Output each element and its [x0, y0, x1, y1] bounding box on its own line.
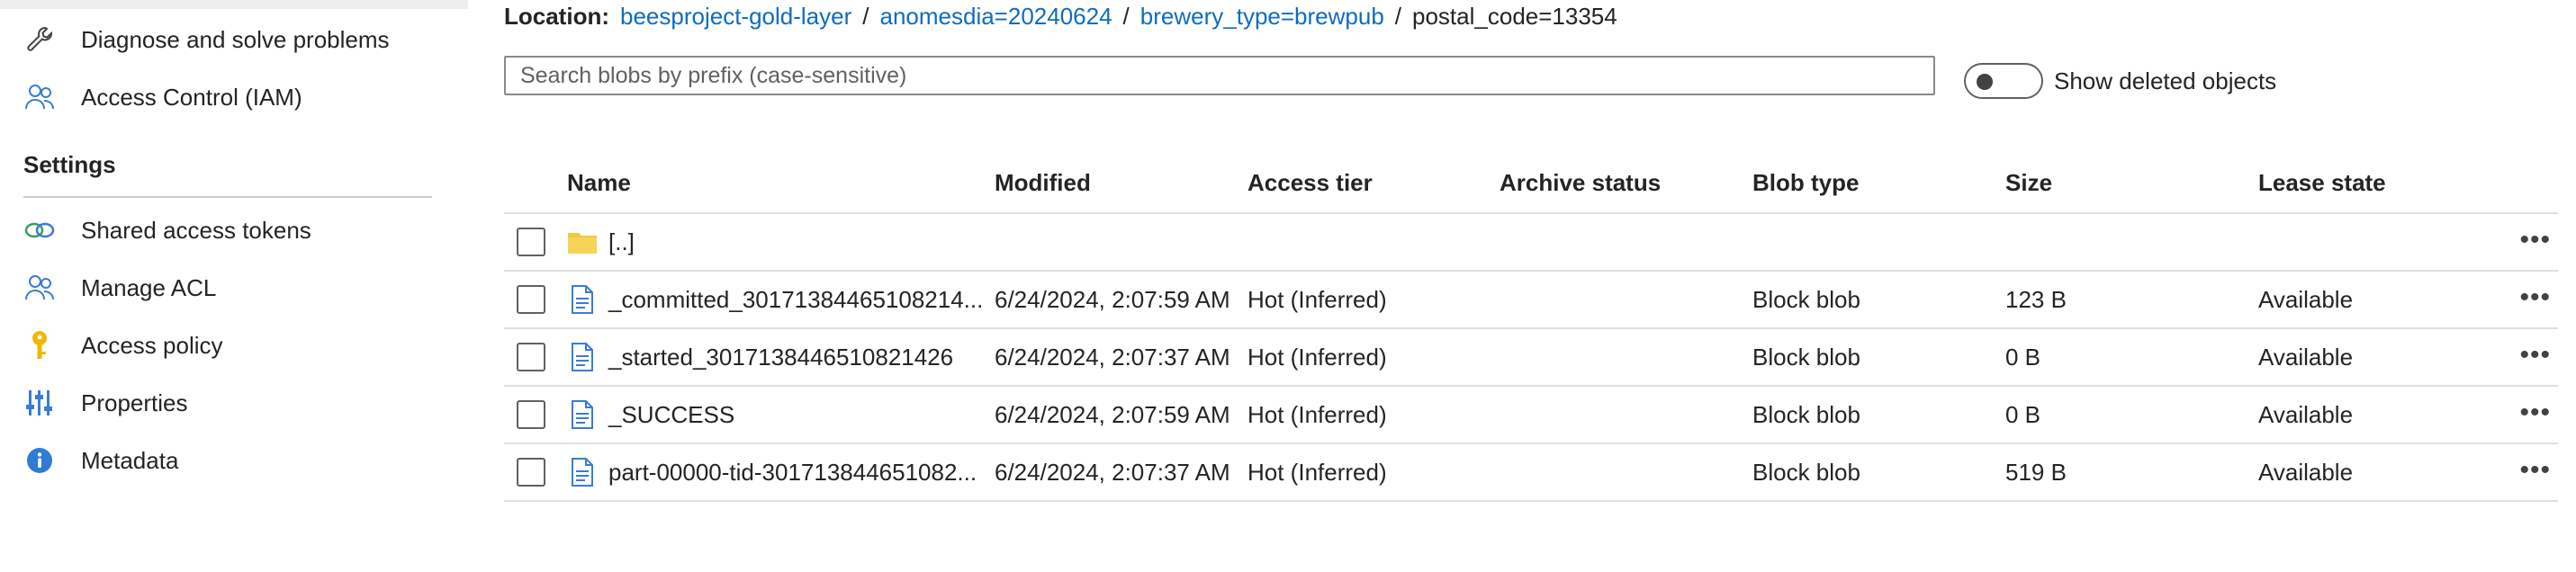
column-header-blob-type[interactable]: Blob type — [1752, 169, 1859, 197]
row-modified: 6/24/2024, 2:07:59 AM — [995, 401, 1230, 428]
row-modified: 6/24/2024, 2:07:59 AM — [995, 286, 1230, 313]
row-access-tier: Hot (Inferred) — [1247, 401, 1387, 428]
sidebar-item-label: Diagnose and solve problems — [81, 25, 390, 53]
sidebar-item-label: Manage ACL — [81, 273, 217, 301]
sidebar-item-diagnose[interactable]: Diagnose and solve problems — [22, 22, 390, 58]
settings-section-title: Settings — [23, 151, 116, 178]
breadcrumb-link-anomesdia[interactable]: anomesdia=20240624 — [879, 3, 1112, 31]
file-icon — [567, 284, 598, 315]
sidebar-item-label: Metadata — [81, 446, 179, 474]
row-name[interactable]: _SUCCESS — [608, 401, 734, 429]
table-header: Name Modified Access tier Archive status… — [504, 155, 2558, 214]
key-icon — [22, 327, 58, 363]
sidebar-item-properties[interactable]: Properties — [22, 385, 188, 421]
table-row[interactable]: [..] ••• — [504, 214, 2558, 272]
row-checkbox[interactable] — [517, 228, 545, 256]
row-blob-type: Block blob — [1752, 459, 1860, 486]
table-row[interactable]: part-00000-tid-301713844651082... 6/24/2… — [504, 444, 2558, 502]
sliders-icon — [22, 385, 58, 421]
breadcrumb-current: postal_code=13354 — [1412, 2, 1617, 30]
row-size: 0 B — [2005, 401, 2041, 428]
row-lease-state: Available — [2258, 401, 2354, 428]
more-options-button[interactable]: ••• — [2519, 457, 2551, 484]
sidebar-item-label: Access Control (IAM) — [81, 83, 302, 111]
more-options-button[interactable]: ••• — [2519, 342, 2551, 369]
sidebar-item-label: Access policy — [81, 331, 223, 359]
row-checkbox[interactable] — [517, 343, 545, 371]
wrench-icon — [22, 22, 58, 58]
people-icon — [22, 79, 58, 115]
breadcrumb-link-container[interactable]: beesproject-gold-layer — [620, 3, 851, 31]
toggle-knob — [1977, 74, 1993, 90]
row-name[interactable]: _started_3017138446510821426 — [608, 344, 953, 371]
row-name[interactable]: [..] — [608, 228, 635, 256]
row-name[interactable]: _committed_30171384465108214... — [608, 286, 983, 314]
table-row[interactable]: _SUCCESS 6/24/2024, 2:07:59 AM Hot (Infe… — [504, 387, 2558, 444]
row-checkbox[interactable] — [517, 400, 545, 429]
row-access-tier: Hot (Inferred) — [1247, 459, 1387, 486]
column-header-size[interactable]: Size — [2005, 169, 2052, 197]
more-options-button[interactable]: ••• — [2519, 284, 2551, 311]
file-icon — [567, 457, 598, 487]
row-modified: 6/24/2024, 2:07:37 AM — [995, 344, 1230, 371]
row-lease-state: Available — [2258, 344, 2354, 371]
blob-table: Name Modified Access tier Archive status… — [504, 155, 2558, 502]
row-checkbox[interactable] — [517, 285, 545, 314]
row-blob-type: Block blob — [1752, 344, 1860, 371]
column-header-modified[interactable]: Modified — [995, 169, 1091, 197]
row-checkbox[interactable] — [517, 458, 545, 487]
row-lease-state: Available — [2258, 459, 2354, 486]
show-deleted-toggle[interactable] — [1964, 63, 2043, 99]
row-size: 519 B — [2005, 459, 2067, 486]
more-options-button[interactable]: ••• — [2519, 227, 2551, 254]
column-header-name[interactable]: Name — [567, 169, 631, 197]
sidebar-item-access-policy[interactable]: Access policy — [22, 327, 223, 363]
table-row[interactable]: _started_3017138446510821426 6/24/2024, … — [504, 329, 2558, 387]
file-icon — [567, 342, 598, 372]
location-label: Location: — [504, 2, 609, 30]
main-content: Location: beesproject-gold-layer / anome… — [504, 0, 2576, 572]
row-size: 0 B — [2005, 344, 2041, 371]
search-input[interactable]: Search blobs by prefix (case-sensitive) — [504, 56, 1935, 95]
breadcrumb-link-brewery-type[interactable]: brewery_type=brewpub — [1140, 3, 1384, 31]
sidebar-item-access-control[interactable]: Access Control (IAM) — [22, 79, 302, 115]
breadcrumb: Location: beesproject-gold-layer / anome… — [504, 0, 1617, 32]
breadcrumb-separator: / — [862, 2, 869, 30]
row-modified: 6/24/2024, 2:07:37 AM — [995, 459, 1230, 486]
sidebar: Diagnose and solve problems Access Contr… — [0, 0, 468, 572]
row-access-tier: Hot (Inferred) — [1247, 344, 1387, 371]
sidebar-item-manage-acl[interactable]: Manage ACL — [22, 270, 216, 306]
info-icon — [22, 442, 58, 478]
people-icon — [22, 270, 58, 306]
sidebar-item-shared-access-tokens[interactable]: Shared access tokens — [22, 212, 311, 248]
breadcrumb-separator: / — [1122, 2, 1130, 30]
row-name[interactable]: part-00000-tid-301713844651082... — [608, 459, 977, 487]
search-placeholder: Search blobs by prefix (case-sensitive) — [520, 62, 907, 88]
section-divider — [23, 196, 432, 198]
table-row[interactable]: _committed_30171384465108214... 6/24/202… — [504, 272, 2558, 329]
more-options-button[interactable]: ••• — [2519, 399, 2551, 426]
row-size: 123 B — [2005, 286, 2067, 313]
link-chain-icon — [22, 212, 58, 248]
sidebar-item-label: Shared access tokens — [81, 216, 311, 244]
row-lease-state: Available — [2258, 286, 2354, 313]
breadcrumb-separator: / — [1394, 2, 1402, 30]
file-icon — [567, 399, 598, 430]
sidebar-item-metadata[interactable]: Metadata — [22, 442, 178, 478]
row-blob-type: Block blob — [1752, 286, 1860, 313]
row-access-tier: Hot (Inferred) — [1247, 286, 1387, 313]
column-header-lease-state[interactable]: Lease state — [2258, 169, 2386, 197]
row-blob-type: Block blob — [1752, 401, 1860, 428]
selected-item-strip — [0, 0, 468, 9]
column-header-archive-status[interactable]: Archive status — [1500, 169, 1661, 197]
folder-icon — [567, 227, 598, 257]
show-deleted-label: Show deleted objects — [2054, 67, 2277, 94]
column-header-access-tier[interactable]: Access tier — [1247, 169, 1373, 197]
sidebar-item-label: Properties — [81, 389, 188, 416]
